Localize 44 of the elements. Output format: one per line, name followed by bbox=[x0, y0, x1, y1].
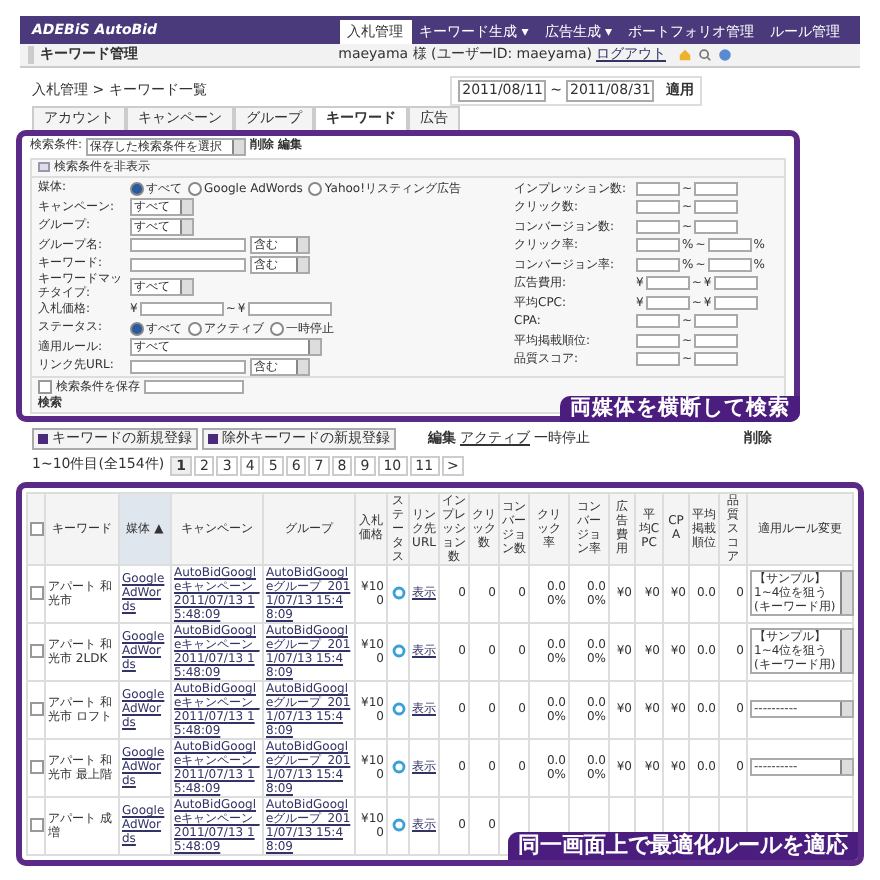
search-icon[interactable] bbox=[698, 48, 712, 62]
input-field[interactable] bbox=[707, 238, 752, 253]
input-field[interactable] bbox=[713, 295, 758, 310]
radio-button[interactable] bbox=[188, 321, 202, 336]
input-field[interactable] bbox=[636, 257, 680, 272]
input-field[interactable] bbox=[144, 380, 244, 395]
input-field[interactable] bbox=[645, 276, 690, 291]
radio-button[interactable] bbox=[130, 321, 144, 336]
input-field[interactable] bbox=[694, 200, 739, 215]
checkbox[interactable] bbox=[29, 644, 43, 659]
input-field[interactable] bbox=[139, 302, 224, 317]
input-field[interactable] bbox=[694, 314, 739, 329]
input-field[interactable] bbox=[694, 219, 739, 234]
input-field[interactable] bbox=[694, 352, 739, 367]
input-field[interactable] bbox=[636, 314, 680, 329]
feature-banner: 同一画面上で最適化ルールを適応 bbox=[508, 832, 858, 860]
checkbox[interactable] bbox=[38, 380, 52, 395]
input-field[interactable] bbox=[636, 333, 680, 348]
input-field[interactable] bbox=[645, 295, 690, 310]
radio-button[interactable] bbox=[270, 321, 284, 336]
input-field[interactable] bbox=[636, 200, 680, 215]
input-field[interactable] bbox=[130, 238, 246, 253]
checkbox[interactable] bbox=[29, 586, 43, 601]
input-field[interactable] bbox=[130, 257, 246, 272]
home-icon[interactable] bbox=[678, 48, 692, 62]
checkbox[interactable] bbox=[29, 702, 43, 717]
checkbox[interactable] bbox=[29, 760, 43, 775]
input-field[interactable] bbox=[707, 257, 752, 272]
input-field[interactable] bbox=[636, 352, 680, 367]
input-field[interactable] bbox=[694, 333, 739, 348]
radio-button[interactable] bbox=[130, 181, 144, 196]
input-field[interactable] bbox=[636, 238, 680, 253]
input-field[interactable] bbox=[247, 302, 332, 317]
input-field[interactable] bbox=[130, 359, 246, 374]
radio-button[interactable] bbox=[308, 181, 323, 196]
checkbox[interactable] bbox=[29, 521, 43, 536]
input-field[interactable] bbox=[636, 219, 680, 234]
collapse-icon[interactable] bbox=[38, 162, 50, 172]
checkbox[interactable] bbox=[29, 818, 43, 833]
input-field[interactable] bbox=[694, 181, 739, 196]
input-field[interactable] bbox=[713, 276, 758, 291]
feature-banner: 両媒体を横断して検索 bbox=[560, 395, 800, 422]
radio-button[interactable] bbox=[188, 181, 202, 196]
input-field[interactable] bbox=[636, 181, 680, 196]
